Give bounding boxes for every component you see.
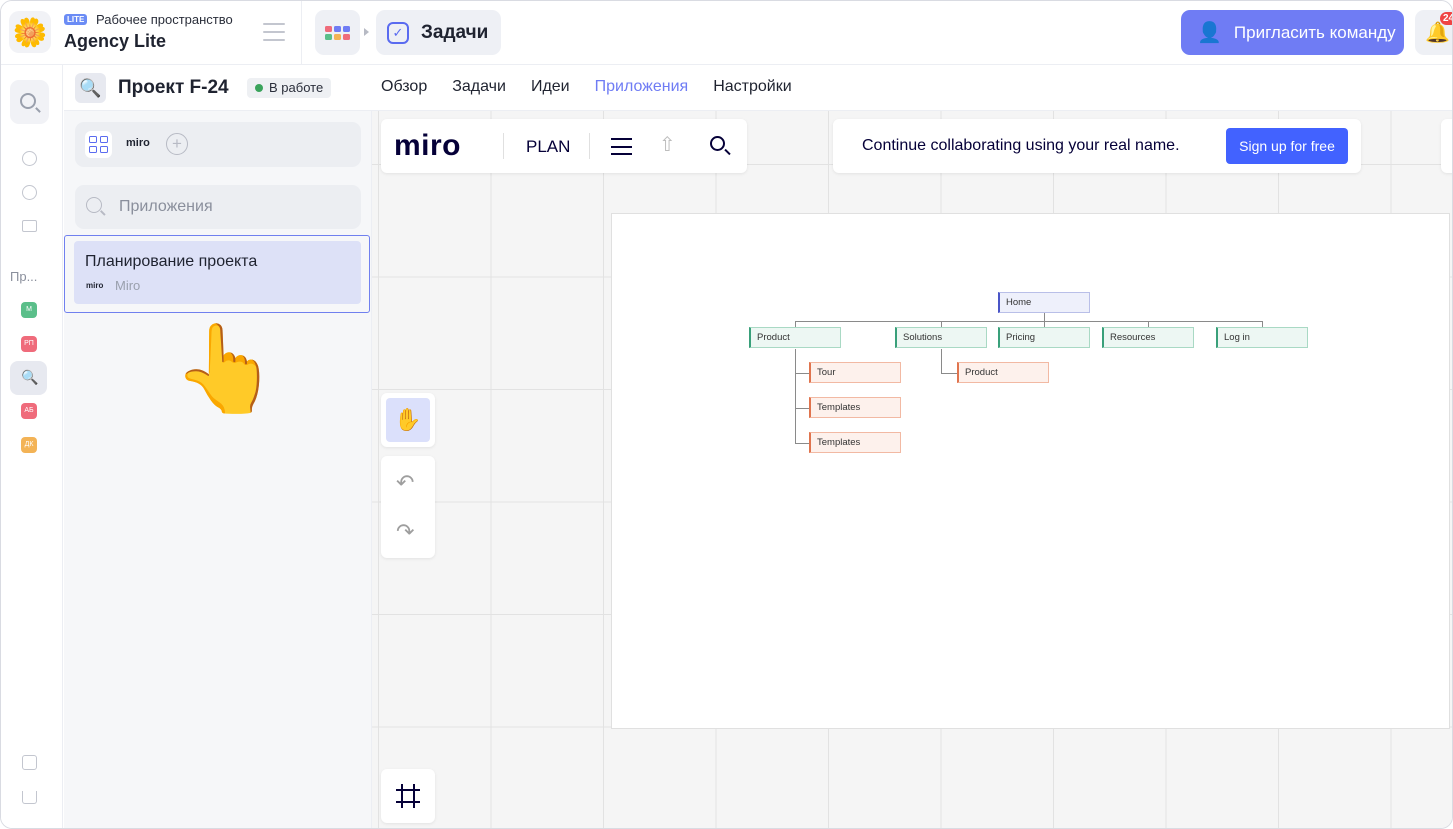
folder-icon[interactable] bbox=[22, 220, 37, 232]
section-title: Задачи bbox=[421, 21, 489, 43]
sitemap-node-home[interactable]: Home bbox=[998, 292, 1090, 313]
workspace-logo-icon[interactable]: 🌼 bbox=[9, 11, 51, 53]
frame-icon bbox=[396, 784, 420, 808]
status-dot-icon bbox=[255, 84, 263, 92]
project-tabs: Обзор Задачи Идеи Приложения Настройки bbox=[381, 78, 817, 96]
sitemap-node[interactable]: Tour bbox=[809, 362, 901, 383]
apps-grid-button[interactable] bbox=[315, 10, 360, 55]
search-icon bbox=[86, 197, 102, 213]
tab-tasks[interactable]: Задачи bbox=[452, 78, 506, 96]
tab-overview[interactable]: Обзор bbox=[381, 78, 427, 96]
menu-icon[interactable] bbox=[611, 138, 632, 155]
hand-tool-button[interactable]: ✋ bbox=[381, 393, 435, 447]
miro-tab[interactable]: miro bbox=[126, 137, 150, 149]
apps-search bbox=[75, 185, 361, 229]
sitemap-node[interactable]: Log in bbox=[1216, 327, 1308, 348]
app-tabs: miro + bbox=[75, 122, 361, 167]
sitemap-node[interactable]: Resources bbox=[1102, 327, 1194, 348]
apps-search-input[interactable] bbox=[119, 196, 349, 218]
sitemap-node[interactable]: Product bbox=[749, 327, 841, 348]
board-frame[interactable]: Home Product Solutions Pricing Resources… bbox=[611, 213, 1450, 729]
add-user-icon: 👤 bbox=[1197, 22, 1222, 44]
projects-section-label: Пр... bbox=[10, 269, 38, 284]
check-circle-outline-icon[interactable] bbox=[22, 185, 37, 200]
miro-logo: miro bbox=[86, 281, 104, 290]
tab-apps[interactable]: Приложения bbox=[595, 78, 689, 96]
search-icon[interactable] bbox=[710, 136, 725, 151]
project-header: 🔍 Проект F-24 В работе Обзор Задачи Идеи… bbox=[64, 65, 1452, 111]
undo-icon[interactable]: ↶ bbox=[396, 470, 414, 496]
sitemap-diagram: Home Product Solutions Pricing Resources… bbox=[612, 214, 1451, 730]
signup-banner: Continue collaborating using your real n… bbox=[833, 119, 1361, 173]
global-search-button[interactable] bbox=[10, 80, 49, 124]
sitemap-node[interactable]: Solutions bbox=[895, 327, 987, 348]
app-item[interactable]: Планирование проекта miro Miro bbox=[74, 241, 361, 304]
checkbox-icon: ✓ bbox=[387, 21, 409, 44]
top-bar: 🌼 LITE Рабочее пространство Agency Lite … bbox=[1, 1, 1452, 65]
hand-icon: ✋ bbox=[386, 398, 430, 442]
sitemap-node[interactable]: Templates bbox=[809, 432, 901, 453]
apps-panel: miro + Планирование проекта miro Miro 👆 bbox=[64, 111, 372, 828]
upload-icon[interactable]: ⇧ bbox=[659, 132, 676, 157]
history-controls: ↶ ↷ bbox=[381, 456, 435, 558]
frames-button[interactable] bbox=[381, 769, 435, 823]
board-name[interactable]: PLAN bbox=[526, 137, 570, 157]
redo-icon[interactable]: ↷ bbox=[396, 519, 414, 545]
signup-button[interactable]: Sign up for free bbox=[1226, 128, 1348, 164]
inbox-icon[interactable] bbox=[22, 791, 37, 804]
divider bbox=[589, 133, 590, 159]
app-item-title: Планирование проекта bbox=[85, 253, 258, 270]
app-window: 🌼 LITE Рабочее пространство Agency Lite … bbox=[0, 0, 1453, 829]
status-badge[interactable]: В работе bbox=[247, 78, 332, 98]
app-item-selected[interactable]: Планирование проекта miro Miro bbox=[64, 235, 370, 313]
miro-logo[interactable]: miro bbox=[394, 129, 461, 163]
rail-project-dk[interactable]: ДК bbox=[21, 437, 37, 453]
invite-label: Пригласить команду bbox=[1233, 22, 1396, 42]
search-icon bbox=[20, 93, 36, 109]
pointing-hand-icon: 👆 bbox=[172, 321, 280, 417]
section-tasks-button[interactable]: ✓ Задачи bbox=[376, 10, 501, 55]
miro-canvas[interactable]: miro PLAN ⇧ Continue collaborating using… bbox=[372, 111, 1452, 828]
signup-message: Continue collaborating using your real n… bbox=[862, 137, 1180, 154]
sitemap-node[interactable]: Pricing bbox=[998, 327, 1090, 348]
left-rail: Пр... М РП 🔍 АБ ДК bbox=[1, 65, 63, 828]
plan-badge: LITE bbox=[64, 14, 88, 25]
rail-project-m[interactable]: М bbox=[21, 302, 37, 318]
add-app-icon[interactable]: + bbox=[166, 133, 188, 155]
collapsed-panel[interactable] bbox=[1441, 119, 1452, 173]
miro-toolbar: miro PLAN ⇧ bbox=[381, 119, 747, 173]
project-icon: 🔍 bbox=[75, 73, 106, 103]
archive-icon[interactable] bbox=[22, 755, 37, 770]
sitemap-node[interactable]: Templates bbox=[809, 397, 901, 418]
workspace-subtitle: Рабочее пространство bbox=[96, 12, 233, 27]
sitemap-node[interactable]: Product bbox=[957, 362, 1049, 383]
notifications-badge: 24 bbox=[1440, 12, 1452, 25]
rail-project-ab[interactable]: АБ bbox=[21, 403, 37, 419]
tab-settings[interactable]: Настройки bbox=[713, 78, 791, 96]
rail-project-rp[interactable]: РП bbox=[21, 336, 37, 352]
divider bbox=[301, 1, 302, 65]
tab-ideas[interactable]: Идеи bbox=[531, 78, 570, 96]
divider bbox=[503, 133, 504, 159]
rail-project-f24[interactable]: 🔍 bbox=[10, 361, 47, 395]
app-item-source: Miro bbox=[115, 278, 141, 293]
magnifier-icon: 🔍 bbox=[21, 369, 39, 385]
status-label: В работе bbox=[269, 80, 324, 95]
menu-icon[interactable] bbox=[263, 23, 285, 41]
check-circle-icon[interactable] bbox=[22, 151, 37, 166]
notifications-button[interactable]: 🔔 24 bbox=[1415, 10, 1452, 55]
all-apps-icon[interactable] bbox=[85, 131, 112, 158]
workspace-name[interactable]: Agency Lite bbox=[64, 31, 166, 52]
invite-team-button[interactable]: 👤 Пригласить команду bbox=[1181, 10, 1404, 55]
breadcrumb-arrow-icon bbox=[364, 28, 369, 36]
project-title[interactable]: Проект F-24 bbox=[118, 77, 229, 99]
